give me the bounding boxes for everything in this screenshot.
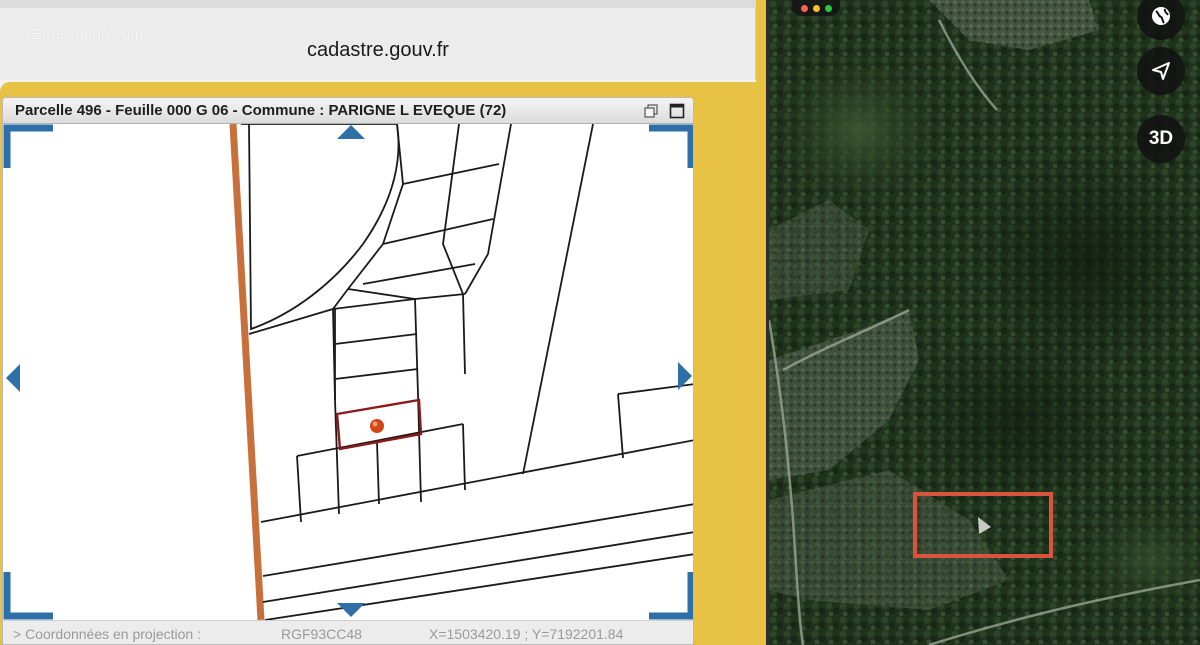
pan-right-arrow-icon[interactable] xyxy=(677,360,693,392)
maximize-window-button[interactable] xyxy=(667,101,687,121)
pan-up-arrow-icon[interactable] xyxy=(335,124,367,140)
parcel-marker-dot xyxy=(370,419,384,433)
screenshot-root: cadastre.gouv.fr © EtreProprio.com Parce… xyxy=(0,0,1200,645)
tab-strip xyxy=(0,0,756,8)
3d-view-button[interactable]: 3D xyxy=(1137,115,1185,163)
satellite-map[interactable] xyxy=(769,0,1200,645)
location-arrow-icon xyxy=(1152,62,1170,80)
status-bar: > Coordonnées en projection : RGF93CC48 … xyxy=(3,620,693,644)
pan-down-arrow-icon[interactable] xyxy=(335,602,367,618)
cadastre-map[interactable] xyxy=(3,124,693,620)
restore-window-icon xyxy=(644,104,658,118)
url-text: cadastre.gouv.fr xyxy=(307,38,449,61)
cadastre-window: Parcelle 496 - Feuille 000 G 06 - Commun… xyxy=(2,97,694,645)
3d-label: 3D xyxy=(1148,128,1174,149)
cadastre-window-titlebar[interactable]: Parcelle 496 - Feuille 000 G 06 - Commun… xyxy=(3,98,693,124)
close-dot[interactable] xyxy=(800,4,808,12)
watermark: © EtreProprio.com xyxy=(16,26,143,43)
parcel-plan xyxy=(3,124,693,620)
pan-left-arrow-icon[interactable] xyxy=(5,362,21,394)
globe-icon xyxy=(1152,7,1170,25)
maximize-window-icon xyxy=(669,103,685,119)
projection-name: RGF93CC48 xyxy=(281,626,362,642)
zoom-dot[interactable] xyxy=(824,4,832,12)
coordinates-value: X=1503420.19 ; Y=7192201.84 xyxy=(429,626,624,642)
parcel-title: Parcelle 496 - Feuille 000 G 06 - Commun… xyxy=(15,102,507,119)
browser-pane: cadastre.gouv.fr © EtreProprio.com Parce… xyxy=(0,0,768,645)
cursor-icon xyxy=(978,517,991,534)
window-controls[interactable] xyxy=(792,0,840,16)
restore-window-button[interactable] xyxy=(641,101,661,121)
locate-button[interactable] xyxy=(1137,47,1185,95)
minimize-dot[interactable] xyxy=(812,4,820,12)
curved-parcel-boundary xyxy=(241,124,400,331)
coordinates-label: > Coordonnées en projection : xyxy=(13,626,201,642)
